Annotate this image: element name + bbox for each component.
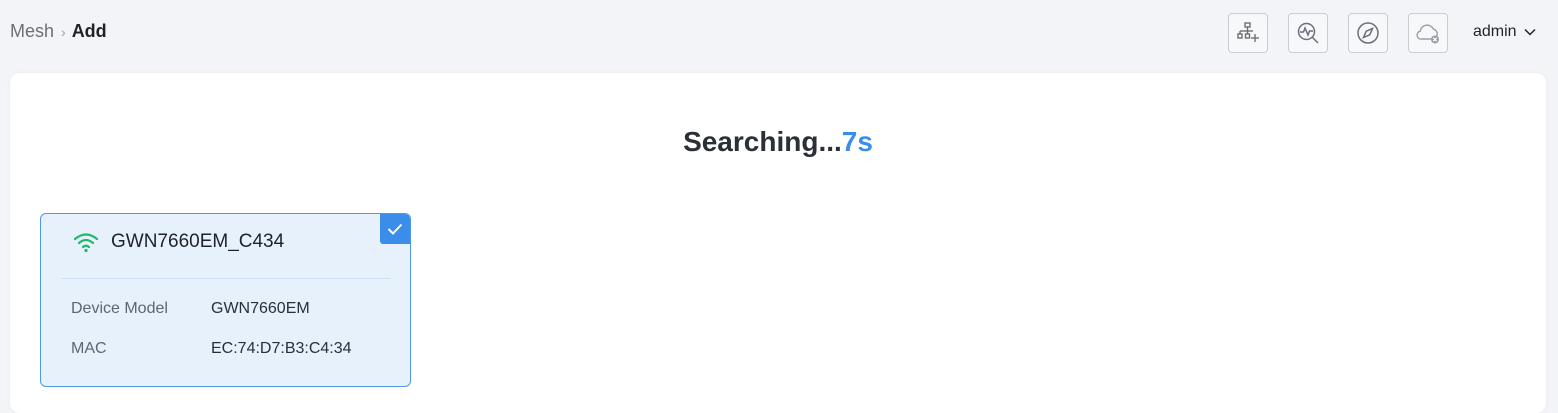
diagnostics-button[interactable] xyxy=(1288,13,1328,53)
top-bar: Mesh › Add admin xyxy=(0,0,1558,66)
search-status: Searching...7s xyxy=(10,126,1546,158)
cloud-disconnected-icon xyxy=(1416,24,1439,44)
breadcrumb-mesh-link[interactable]: Mesh xyxy=(10,21,54,42)
device-model-label: Device Model xyxy=(71,300,168,317)
compass-button[interactable] xyxy=(1348,13,1388,53)
device-model-value: GWN7660EM xyxy=(211,300,310,317)
device-card[interactable]: GWN7660EM_C434 Device Model GWN7660EM MA… xyxy=(40,213,411,387)
device-header: GWN7660EM_C434 xyxy=(73,231,284,253)
breadcrumb-separator: › xyxy=(61,23,66,40)
network-add-icon xyxy=(1237,22,1259,42)
compass-icon xyxy=(1357,22,1379,44)
device-name: GWN7660EM_C434 xyxy=(111,231,285,252)
search-label: Searching... xyxy=(683,126,842,157)
network-add-button[interactable] xyxy=(1228,13,1268,53)
search-panel: Searching...7s GWN7660EM_C434 Device Mod… xyxy=(10,73,1546,413)
search-diagnostics-icon xyxy=(1297,22,1319,44)
breadcrumb: Mesh › Add xyxy=(10,21,107,42)
chevron-down-icon xyxy=(1524,28,1536,36)
user-menu[interactable]: admin xyxy=(1473,23,1536,41)
selected-check[interactable] xyxy=(380,214,410,244)
user-name: admin xyxy=(1473,23,1517,40)
card-divider xyxy=(61,278,390,279)
mac-value: EC:74:D7:B3:C4:34 xyxy=(211,340,352,357)
mac-label: MAC xyxy=(71,340,107,357)
wifi-icon xyxy=(73,233,99,253)
checkmark-icon xyxy=(387,223,403,235)
search-countdown: 7s xyxy=(841,126,873,157)
cloud-status-button[interactable] xyxy=(1408,13,1448,53)
breadcrumb-current: Add xyxy=(71,21,107,41)
